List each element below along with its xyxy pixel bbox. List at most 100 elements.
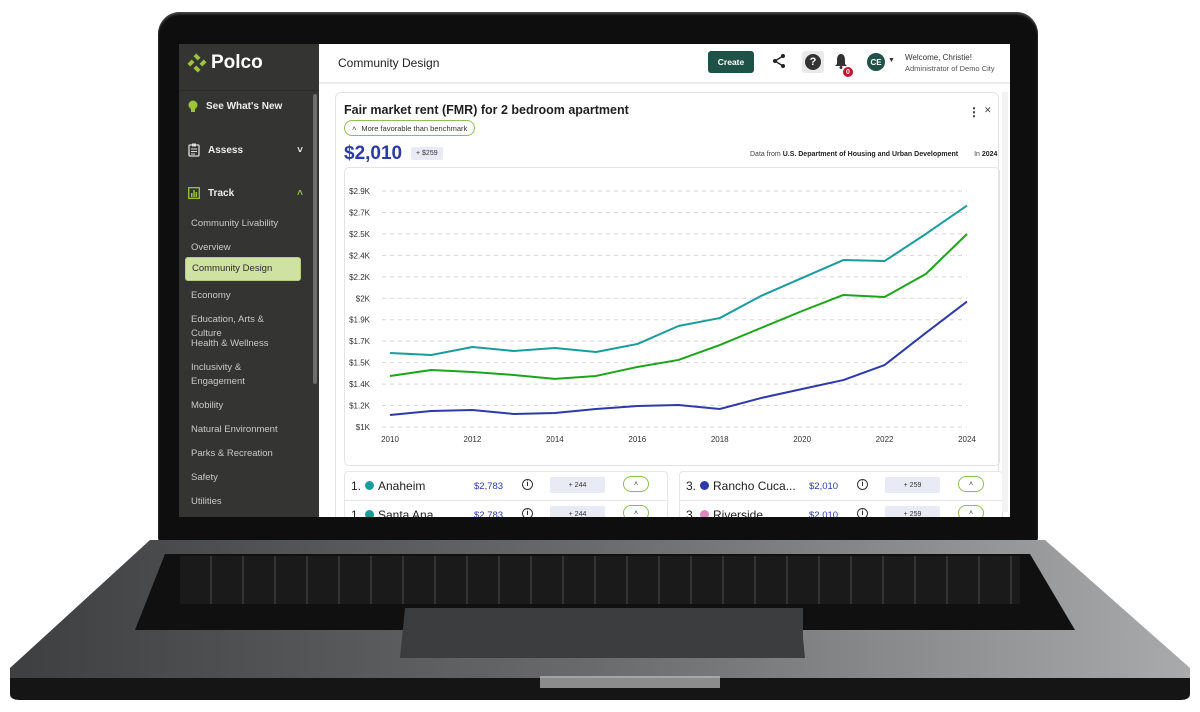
- sidebar-item-assess[interactable]: Assess ˅: [188, 143, 303, 157]
- city-value: $2,783: [474, 480, 504, 492]
- y-tick-label: $1.4K: [349, 380, 371, 389]
- y-tick-label: $2.5K: [349, 230, 371, 239]
- notification-badge: 0: [843, 67, 853, 77]
- help-icon: ?: [805, 54, 821, 70]
- sidebar-subitem-natural-environment[interactable]: Natural Environment: [185, 419, 301, 441]
- sidebar-item-whats-new[interactable]: See What's New: [188, 100, 303, 113]
- welcome-block: Welcome, Christie! Administrator of Demo…: [905, 52, 995, 74]
- series-dot: [365, 481, 374, 490]
- create-button[interactable]: Create: [708, 51, 754, 73]
- info-icon[interactable]: i: [857, 508, 868, 517]
- chart-svg: $1K $1.2K $1.4K $1.5K $1.7K $1.9K $2K $2.2K $2.4…: [349, 187, 976, 444]
- y-tick-label: $2K: [356, 294, 371, 303]
- info-icon[interactable]: i: [522, 479, 533, 490]
- city-delta: + 244: [550, 506, 605, 517]
- sidebar-subitem-mobility[interactable]: Mobility: [185, 395, 301, 417]
- logo-text: Polco: [211, 52, 263, 73]
- sidebar-subitem-health-wellness[interactable]: Health & Wellness: [185, 333, 301, 355]
- sidebar-subitem-utilities[interactable]: Utilities: [185, 491, 301, 513]
- city-name: Rancho Cuca...: [713, 479, 796, 493]
- chevron-down-icon: ˅: [297, 144, 303, 156]
- rank-number: 3.: [686, 508, 697, 517]
- metric-card: Fair market rent (FMR) for 2 bedroom apa…: [335, 92, 1003, 517]
- sidebar-subitem-parks-recreation[interactable]: Parks & Recreation: [185, 443, 301, 465]
- metric-value: $2,010: [344, 143, 403, 164]
- city-delta: + 259: [885, 477, 940, 493]
- sidebar-subitem-safety[interactable]: Safety: [185, 467, 301, 489]
- sidebar-scrollbar[interactable]: [313, 94, 317, 384]
- x-tick-label: 2022: [876, 435, 894, 444]
- rank-number: 3.: [686, 479, 697, 493]
- source-prefix: Data from: [750, 151, 781, 158]
- y-tick-label: $2.2K: [349, 273, 371, 282]
- ranking-row[interactable]: 1. Anaheim $2,783 i + 244 ˄: [345, 472, 667, 501]
- welcome-text: Welcome, Christie!: [905, 53, 972, 62]
- favorable-arrow-icon: ˄: [623, 505, 649, 517]
- metric-delta: + $259: [411, 147, 443, 160]
- ranking-row[interactable]: 3. Riverside $2,010 i + 259 ˄: [680, 501, 1002, 517]
- city-delta: + 244: [550, 477, 605, 493]
- more-options-icon[interactable]: ⋮: [968, 105, 980, 119]
- clipboard-icon: [188, 143, 200, 157]
- rank-number: 1.: [351, 479, 362, 493]
- share-icon[interactable]: [771, 53, 787, 69]
- polco-logo-icon: [187, 53, 207, 73]
- sidebar-item-label: See What's New: [206, 101, 283, 112]
- y-tick-label: $1.2K: [349, 402, 371, 411]
- screen: Polco See What's New Assess ˅ Track ˄ Co…: [179, 44, 1010, 517]
- favorable-arrow-icon: ˄: [958, 505, 984, 517]
- info-icon[interactable]: i: [522, 508, 533, 517]
- topbar: Community Design Create ? 0 CE ▼ Welcome…: [319, 44, 1010, 84]
- sidebar-divider: [179, 90, 319, 91]
- y-tick-label: $1K: [356, 423, 371, 432]
- favorability-text: More favorable than benchmark: [361, 123, 468, 133]
- chevron-up-icon: ˄: [297, 187, 303, 199]
- collapse-icon[interactable]: ✕: [984, 105, 992, 116]
- city-value: $2,010: [809, 480, 839, 492]
- main-scrollbar[interactable]: [1002, 92, 1008, 512]
- bar-chart-icon: [188, 187, 200, 199]
- sidebar-item-label: Track: [208, 187, 235, 199]
- rank-number: 1.: [351, 508, 362, 517]
- x-tick-label: 2020: [793, 435, 811, 444]
- arrow-up-icon: ˄: [352, 123, 357, 133]
- city-name: Anaheim: [378, 479, 426, 493]
- city-value: $2,783: [474, 509, 504, 518]
- ranking-row[interactable]: 3. Rancho Cuca... $2,010 i + 259 ˄: [680, 472, 1002, 501]
- sidebar: Polco See What's New Assess ˅ Track ˄ Co…: [179, 44, 319, 517]
- source-name[interactable]: U.S. Department of Housing and Urban Dev…: [783, 151, 958, 158]
- y-tick-label: $1.7K: [349, 337, 371, 346]
- ranking-list-left: 1. Anaheim $2,783 i + 244 ˄ 1. Santa Ana…: [344, 471, 668, 517]
- ranking-list-right: 3. Rancho Cuca... $2,010 i + 259 ˄ 3. Ri…: [679, 471, 1003, 517]
- y-tick-label: $2.7K: [349, 208, 371, 217]
- data-source: Data from U.S. Department of Housing and…: [750, 151, 997, 158]
- favorable-arrow-icon: ˄: [958, 476, 984, 492]
- series-line-teal: [389, 204, 968, 356]
- avatar[interactable]: CE: [867, 53, 885, 71]
- help-button[interactable]: ?: [802, 51, 824, 73]
- series-line-blue: [389, 300, 968, 416]
- sidebar-item-track[interactable]: Track ˄: [188, 187, 303, 199]
- sidebar-subitem-inclusivity-engagement[interactable]: Inclusivity & Engagement: [185, 357, 265, 393]
- x-tick-label: 2010: [381, 435, 399, 444]
- y-tick-label: $1.5K: [349, 359, 371, 368]
- sidebar-item-label: Assess: [208, 144, 244, 156]
- sidebar-subitem-community-livability[interactable]: Community Livability: [185, 213, 301, 235]
- trackpad[interactable]: [408, 608, 803, 658]
- sidebar-subitem-economy[interactable]: Economy: [185, 285, 301, 307]
- user-role: Administrator of Demo City: [905, 64, 995, 73]
- logo[interactable]: Polco: [187, 52, 263, 74]
- y-tick-label: $1.9K: [349, 316, 371, 325]
- x-tick-label: 2018: [711, 435, 729, 444]
- city-name: Santa Ana: [378, 508, 434, 517]
- sidebar-subitem-community-design[interactable]: Community Design: [185, 257, 301, 281]
- series-dot: [700, 481, 709, 490]
- x-tick-label: 2016: [628, 435, 646, 444]
- series-dot: [365, 510, 374, 517]
- info-icon[interactable]: i: [857, 479, 868, 490]
- keyboard: [180, 556, 1020, 604]
- city-value: $2,010: [809, 509, 839, 518]
- caret-down-icon[interactable]: ▼: [888, 57, 895, 64]
- sidebar-subitem-overview[interactable]: Overview: [185, 237, 301, 259]
- ranking-row[interactable]: 1. Santa Ana $2,783 i + 244 ˄: [345, 501, 667, 517]
